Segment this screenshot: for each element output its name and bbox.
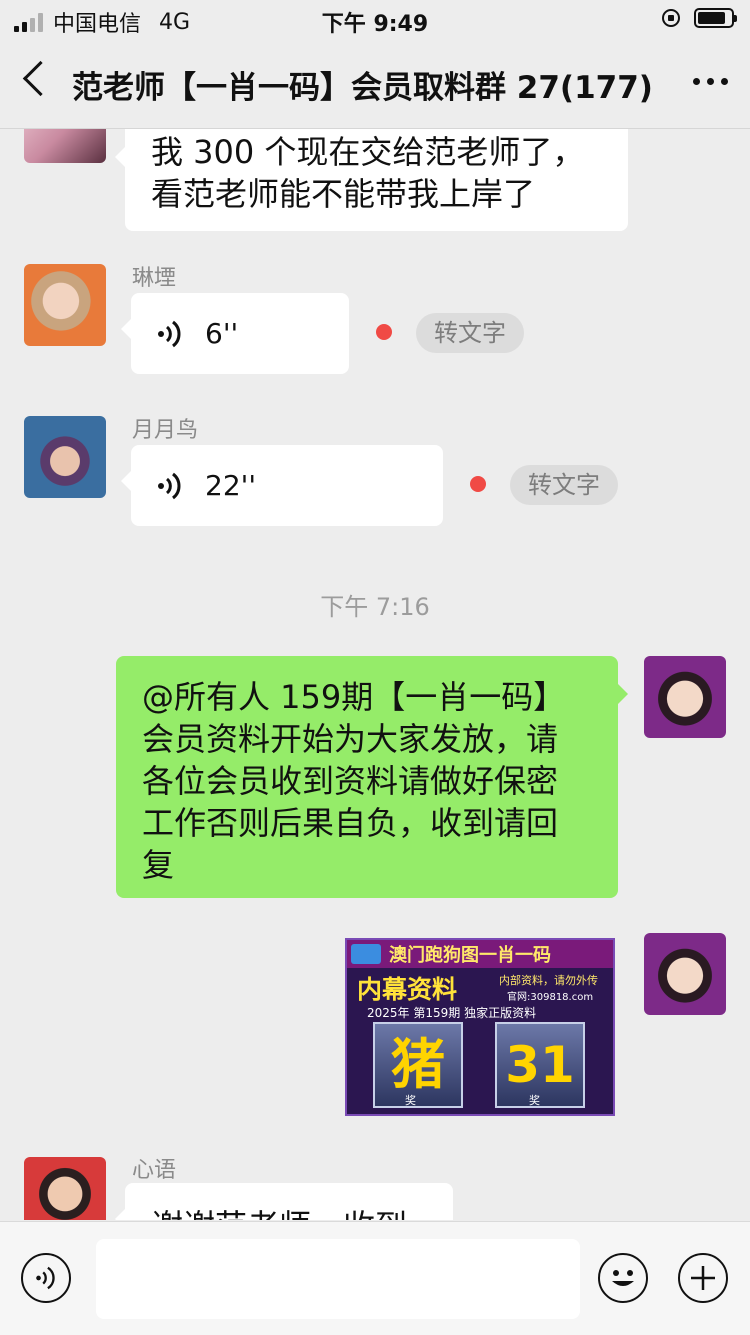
unread-dot bbox=[376, 324, 392, 340]
logo-icon bbox=[351, 944, 381, 964]
input-bar bbox=[0, 1221, 750, 1335]
convert-to-text-button[interactable]: 转文字 bbox=[416, 313, 524, 353]
timestamp: 下午 7:16 bbox=[320, 593, 430, 621]
avatar[interactable] bbox=[24, 416, 106, 498]
message-bubble[interactable]: 我 300 个现在交给范老师了， 看范老师能不能带我上岸了 bbox=[115, 129, 628, 231]
promo-title: 澳门跑狗图一肖一码 bbox=[389, 945, 551, 966]
status-bar: 中国电信 4G 下午 9:49 bbox=[0, 0, 750, 40]
number-tag: 奖 bbox=[529, 1094, 540, 1107]
more-functions-button[interactable] bbox=[678, 1253, 728, 1303]
voice-message[interactable]: 6'' bbox=[121, 293, 349, 374]
message-bubble[interactable]: @所有人 159期【一肖一码】 会员资料开始为大家发放，请 各位会员收到资料请做… bbox=[116, 656, 628, 898]
message-bubble[interactable]: 谢谢范老师，收到 bbox=[115, 1183, 453, 1220]
zodiac-tag: 奖 bbox=[405, 1094, 416, 1107]
voice-input-button[interactable] bbox=[21, 1253, 71, 1303]
message-text-line: @所有人 159期【一肖一码】 bbox=[142, 678, 566, 716]
avatar[interactable] bbox=[24, 129, 106, 163]
chat-area[interactable]: 我 300 个现在交给范老师了， 看范老师能不能带我上岸了 琳堙 6'' 转文字… bbox=[0, 129, 750, 1220]
number-card: 31 bbox=[495, 1022, 585, 1108]
avatar[interactable] bbox=[24, 264, 106, 346]
promo-header: 澳门跑狗图一肖一码 bbox=[347, 940, 613, 968]
clock: 下午 9:49 bbox=[321, 12, 429, 37]
smiley-icon bbox=[612, 1270, 634, 1286]
voice-wave-icon bbox=[158, 320, 181, 347]
more-icon[interactable] bbox=[693, 78, 728, 85]
message-text-line: 工作否则后果自负，收到请回 bbox=[142, 804, 559, 842]
sender-name: 月月鸟 bbox=[132, 418, 199, 443]
message-text: 谢谢范老师，收到 bbox=[151, 1205, 427, 1220]
avatar[interactable] bbox=[644, 933, 726, 1015]
plus-icon bbox=[691, 1266, 715, 1290]
convert-to-text-button[interactable]: 转文字 bbox=[510, 465, 618, 505]
voice-duration: 6'' bbox=[205, 316, 239, 350]
orientation-lock-icon bbox=[662, 9, 680, 27]
status-right bbox=[662, 8, 737, 28]
back-arrow-icon[interactable] bbox=[22, 60, 59, 97]
unread-dot bbox=[470, 476, 486, 492]
message-text-line: 会员资料开始为大家发放，请 bbox=[142, 720, 559, 758]
lucky-number: 31 bbox=[505, 1036, 575, 1094]
promo-slogan: 内部资料，请勿外传 bbox=[499, 974, 598, 987]
emoji-button[interactable] bbox=[598, 1253, 648, 1303]
message-input[interactable] bbox=[96, 1239, 580, 1319]
voice-message[interactable]: 22'' bbox=[121, 445, 443, 526]
voice-icon bbox=[36, 1266, 55, 1290]
message-text-line: 我 300 个现在交给范老师了， bbox=[151, 133, 585, 171]
message-text-line: 各位会员收到资料请做好保密 bbox=[142, 762, 559, 800]
message-text-line: 看范老师能不能带我上岸了 bbox=[151, 175, 536, 213]
message-text-line: 复 bbox=[142, 846, 175, 884]
avatar[interactable] bbox=[644, 656, 726, 738]
promo-subtitle: 内幕资料 bbox=[357, 975, 458, 1004]
chat-header: 范老师【一肖一码】会员取料群 27(177) bbox=[0, 40, 750, 129]
avatar[interactable] bbox=[24, 1157, 106, 1220]
voice-duration: 22'' bbox=[205, 468, 257, 502]
zodiac-symbol: 猪 bbox=[391, 1033, 445, 1096]
voice-wave-icon bbox=[158, 472, 181, 499]
sender-name: 琳堙 bbox=[132, 266, 177, 291]
image-message[interactable]: 澳门跑狗图一肖一码 内幕资料 内部资料，请勿外传 官网:309818.com 2… bbox=[345, 938, 615, 1116]
promo-website: 官网:309818.com bbox=[507, 992, 594, 1003]
chat-title: 范老师【一肖一码】会员取料群 27(177) bbox=[72, 70, 653, 106]
promo-issue: 2025年 第159期 独家正版资料 bbox=[367, 1006, 537, 1020]
zodiac-card: 猪 bbox=[373, 1022, 463, 1108]
battery-icon bbox=[694, 8, 737, 28]
sender-name: 心语 bbox=[132, 1158, 177, 1183]
